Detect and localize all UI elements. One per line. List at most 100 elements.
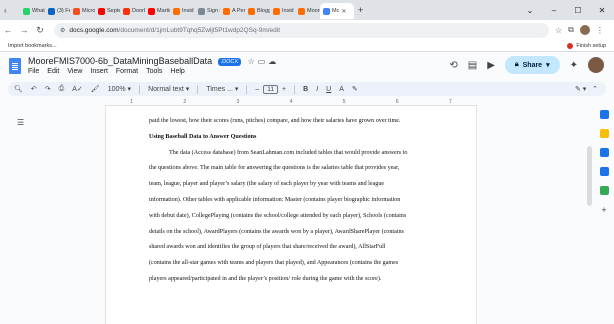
tab-favicon-icon [148, 7, 155, 15]
browser-tab[interactable]: A Pers [220, 3, 245, 19]
search-menus-icon[interactable]: 🔍︎ [14, 85, 23, 93]
menu-file[interactable]: File [28, 68, 39, 75]
document-body[interactable]: paid the lowest, how their scores (runs,… [149, 114, 439, 288]
print-icon[interactable]: ⎙ [59, 85, 65, 93]
font-value: Times ... [206, 86, 233, 93]
italic-icon[interactable]: I [316, 86, 318, 93]
ruler-tick-label: 6 [395, 98, 399, 105]
increase-font-size-button[interactable]: + [282, 86, 286, 93]
docs-logo-icon[interactable] [9, 58, 21, 74]
browser-tab[interactable]: Insid [170, 3, 195, 19]
profile-avatar[interactable] [579, 25, 590, 35]
menu-view[interactable]: View [67, 68, 82, 75]
body-line: with debut date), CollegePlaying (contai… [149, 212, 407, 219]
tab-favicon-icon [298, 7, 305, 15]
vertical-scrollbar[interactable] [586, 106, 592, 324]
tab-label: (3) Fe [57, 8, 70, 14]
tab-label: Insid [182, 8, 194, 14]
ruler-tick-label: 4 [289, 98, 293, 105]
browser-tab[interactable]: What [20, 3, 45, 19]
spellcheck-icon[interactable]: A✓ [72, 85, 83, 93]
gemini-icon[interactable]: ✦ [570, 60, 578, 71]
finish-setup-link[interactable]: Finish setup [576, 43, 606, 49]
document-page[interactable]: paid the lowest, how their scores (runs,… [105, 106, 477, 324]
contacts-icon[interactable] [599, 167, 609, 176]
browser-tab[interactable]: Septe [95, 3, 120, 19]
font-size-input[interactable]: 11 [263, 84, 279, 94]
active-browser-tab[interactable]: Mc ✕ [320, 3, 354, 19]
undo-icon[interactable]: ↶ [31, 85, 37, 93]
tasks-icon[interactable] [599, 148, 609, 157]
star-icon[interactable]: ☆ [248, 57, 258, 66]
minimize-button[interactable]: – [542, 6, 566, 15]
tab-favicon-icon [223, 7, 230, 15]
document-title[interactable]: MooreFMIS7000-6b_DataMiningBaseballData [28, 56, 212, 66]
forward-button[interactable]: → [16, 25, 32, 35]
import-bookmarks-link[interactable]: Import bookmarks... [8, 43, 57, 49]
bold-icon[interactable]: B [303, 86, 308, 93]
font-select[interactable]: Times ... ▾ [206, 85, 238, 93]
maps-icon[interactable] [599, 186, 609, 195]
browser-tab[interactable]: DoorL [120, 3, 145, 19]
browser-tab[interactable]: Insid [270, 3, 295, 19]
docs-header: MooreFMIS7000-6b_DataMiningBaseballData … [0, 52, 614, 82]
browser-tab[interactable]: (3) Fe [45, 3, 70, 19]
horizontal-ruler[interactable]: 1 2 3 4 5 6 7 [105, 98, 477, 106]
tab-favicon-icon [98, 7, 105, 15]
get-addons-icon[interactable]: + [601, 205, 606, 215]
share-button[interactable]: 🔒︎ Share ▾ [504, 56, 560, 74]
back-button[interactable]: ← [0, 25, 16, 35]
new-tab-button[interactable]: + [358, 5, 368, 15]
highlight-icon[interactable]: ✎ [352, 85, 358, 93]
tab-label: Septe [107, 8, 120, 14]
menu-format[interactable]: Format [116, 68, 138, 75]
editing-mode-icon[interactable]: ✎ ▾ ⌃ [575, 85, 598, 93]
tab-search-icon[interactable]: ‹ [0, 6, 20, 15]
url-input[interactable]: ⚙ docs.google.com/document/d/1jmLubt9Tqh… [54, 22, 549, 38]
bookmark-star-icon[interactable]: ☆ [555, 26, 562, 35]
style-value: Normal text [148, 86, 184, 93]
chevron-down-icon: ▾ [546, 62, 550, 69]
menu-icon[interactable]: ⋮ [596, 26, 604, 35]
underline-icon[interactable]: U [326, 86, 331, 93]
site-info-icon[interactable]: ⚙ [60, 27, 65, 34]
keep-icon[interactable] [599, 129, 609, 138]
ruler-tick-label: 2 [183, 98, 187, 105]
redo-icon[interactable]: ↷ [45, 85, 51, 93]
maximize-button[interactable]: ☐ [566, 6, 590, 15]
account-avatar[interactable] [588, 57, 604, 73]
tab-favicon-icon [198, 7, 205, 15]
body-line: team, league, player and player’s salary… [149, 181, 385, 188]
cloud-status-icon[interactable]: ☁ [268, 57, 279, 66]
move-folder-icon[interactable]: ▭ [258, 57, 269, 66]
scrollbar-thumb[interactable] [587, 146, 592, 206]
reload-button[interactable]: ↻ [32, 25, 48, 36]
history-icon[interactable]: ⟲ [449, 60, 457, 71]
browser-tab[interactable]: Micro [70, 3, 95, 19]
chevron-down-icon[interactable]: ⌄ [518, 6, 542, 15]
close-window-button[interactable]: ✕ [590, 6, 614, 15]
menu-edit[interactable]: Edit [47, 68, 59, 75]
browser-tab[interactable]: Martir [145, 3, 170, 19]
meet-icon[interactable]: ▶ [487, 60, 495, 71]
menu-tools[interactable]: Tools [146, 68, 162, 75]
outline-icon[interactable]: ☰ [17, 118, 24, 127]
menu-insert[interactable]: Insert [90, 68, 108, 75]
decrease-font-size-button[interactable]: – [255, 86, 259, 93]
comments-icon[interactable]: ▤ [468, 60, 477, 71]
text-color-icon[interactable]: A [339, 86, 344, 93]
calendar-icon[interactable] [599, 110, 609, 119]
browser-tab[interactable]: Blogg [245, 3, 270, 19]
bookmarks-bar: Import bookmarks... Finish setup [0, 40, 614, 52]
browser-tab[interactable]: Moore [295, 3, 320, 19]
body-line: shared awards won and identifies the gro… [149, 244, 386, 251]
zoom-value: 100% [107, 86, 126, 93]
style-select[interactable]: Normal text ▾ [148, 85, 189, 93]
menu-help[interactable]: Help [170, 68, 184, 75]
url-domain: docs.google.com [69, 26, 119, 34]
zoom-select[interactable]: 100% ▾ [108, 85, 131, 93]
paint-format-icon[interactable]: 🖌︎ [91, 85, 100, 93]
extensions-icon[interactable]: ⧉ [568, 25, 574, 35]
browser-tab[interactable]: Sign i [195, 3, 220, 19]
close-tab-icon[interactable]: ✕ [341, 8, 346, 15]
